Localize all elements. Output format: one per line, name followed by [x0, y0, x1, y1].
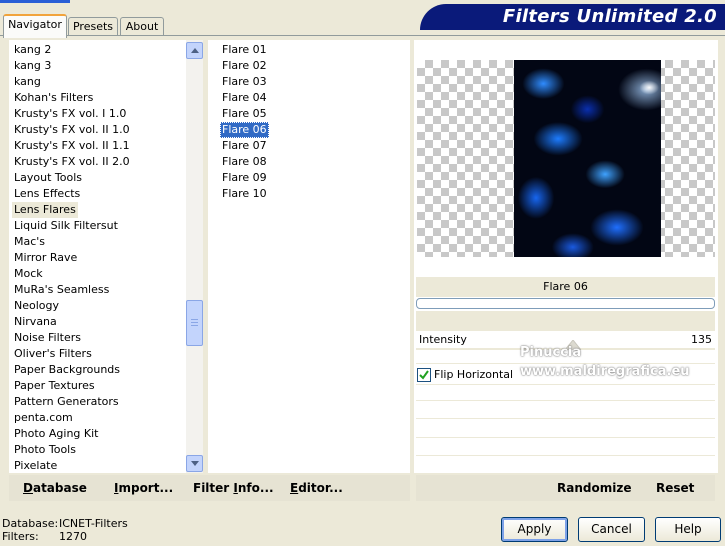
chevron-up-icon: [190, 48, 199, 53]
database-button[interactable]: Database: [23, 480, 87, 496]
filter-item[interactable]: Flare 09: [220, 170, 269, 186]
category-list[interactable]: kang 2 kang 3 kang Kohan's Filters Krusty's …: [9, 40, 186, 473]
reset-button[interactable]: Reset: [656, 480, 694, 496]
category-item[interactable]: Liquid Silk Filtersut: [12, 218, 120, 234]
filter-info-button[interactable]: Filter Info...: [193, 480, 274, 496]
status-filters-label: Filters:: [2, 530, 39, 543]
category-item[interactable]: kang 2: [12, 42, 53, 58]
scroll-up-button[interactable]: [186, 42, 203, 59]
filter-item[interactable]: Flare 03: [220, 74, 269, 90]
param-separator: [416, 311, 715, 331]
checkmark-icon: [419, 370, 429, 380]
chevron-down-icon: [190, 461, 199, 466]
app-title: Filters Unlimited 2.0: [502, 6, 717, 27]
filter-item[interactable]: Flare 06: [220, 122, 269, 138]
filter-item[interactable]: Flare 02: [220, 58, 269, 74]
filter-item[interactable]: Flare 08: [220, 154, 269, 170]
category-item[interactable]: Noise Filters: [12, 330, 83, 346]
param-row-divider: [416, 455, 715, 456]
category-item[interactable]: Mirror Rave: [12, 250, 79, 266]
intensity-label: Intensity: [419, 333, 467, 346]
category-item[interactable]: Mock: [12, 266, 45, 282]
help-button[interactable]: Help: [655, 517, 721, 542]
category-item[interactable]: Krusty's FX vol. I 1.0: [12, 106, 128, 122]
tab-navigator[interactable]: Navigator: [3, 14, 67, 38]
tab-about[interactable]: About: [120, 17, 164, 36]
filter-item[interactable]: Flare 05: [220, 106, 269, 122]
category-item[interactable]: Pixelate: [12, 458, 59, 473]
editor-button[interactable]: Editor...: [290, 480, 343, 496]
tab-divider: [0, 35, 725, 36]
scroll-thumb[interactable]: [186, 300, 203, 346]
category-item[interactable]: Nirvana: [12, 314, 59, 330]
tab-presets[interactable]: Presets: [68, 17, 118, 36]
filter-list[interactable]: Flare 01 Flare 02 Flare 03 Flare 04 Flare 05…: [208, 40, 410, 473]
param-row-divider: [416, 384, 715, 385]
flip-horizontal-checkbox[interactable]: [417, 368, 431, 382]
category-item[interactable]: kang 3: [12, 58, 53, 74]
title-banner: Filters Unlimited 2.0: [420, 4, 725, 30]
category-item[interactable]: Krusty's FX vol. II 2.0: [12, 154, 132, 170]
category-item[interactable]: Paper Textures: [12, 378, 97, 394]
category-item[interactable]: Krusty's FX vol. II 1.1: [12, 138, 132, 154]
category-item[interactable]: Pattern Generators: [12, 394, 121, 410]
status-database-label: Database:: [2, 517, 59, 530]
category-item[interactable]: Layout Tools: [12, 170, 84, 186]
category-item[interactable]: Lens Flares: [12, 202, 78, 218]
apply-button[interactable]: Apply: [501, 517, 568, 542]
param-row-divider: [416, 418, 715, 419]
category-item[interactable]: Photo Tools: [12, 442, 78, 458]
param-row-divider: [416, 437, 715, 438]
category-item[interactable]: Paper Backgrounds: [12, 362, 122, 378]
category-item[interactable]: kang: [12, 74, 43, 90]
status-filters-value: 1270: [59, 530, 87, 543]
param-row-divider: [416, 400, 715, 401]
category-item[interactable]: Oliver's Filters: [12, 346, 94, 362]
import-button[interactable]: Import...: [114, 480, 173, 496]
randomize-button[interactable]: Randomize: [557, 480, 631, 496]
filter-item[interactable]: Flare 07: [220, 138, 269, 154]
watermark: Pinuccia www.maldiregrafica.eu: [520, 345, 690, 379]
progress-bar: [416, 298, 715, 309]
cancel-button[interactable]: Cancel: [578, 517, 645, 542]
category-item[interactable]: Krusty's FX vol. II 1.0: [12, 122, 132, 138]
category-item[interactable]: penta.com: [12, 410, 75, 426]
category-item[interactable]: Neology: [12, 298, 61, 314]
filter-item[interactable]: Flare 01: [220, 42, 269, 58]
top-edge-strip: [0, 0, 70, 3]
preview-label: Flare 06: [543, 280, 588, 293]
preview-image: [514, 60, 661, 257]
scroll-down-button[interactable]: [186, 455, 203, 472]
filter-item[interactable]: Flare 10: [220, 186, 269, 202]
category-scrollbar[interactable]: [186, 40, 203, 473]
status-database-value: ICNET-Filters: [59, 517, 128, 530]
category-item[interactable]: Mac's: [12, 234, 47, 250]
category-item[interactable]: Lens Effects: [12, 186, 82, 202]
filter-item[interactable]: Flare 04: [220, 90, 269, 106]
flip-horizontal-label: Flip Horizontal: [434, 368, 514, 381]
category-item[interactable]: Kohan's Filters: [12, 90, 95, 106]
category-item[interactable]: Photo Aging Kit: [12, 426, 100, 442]
category-item[interactable]: MuRa's Seamless: [12, 282, 111, 298]
